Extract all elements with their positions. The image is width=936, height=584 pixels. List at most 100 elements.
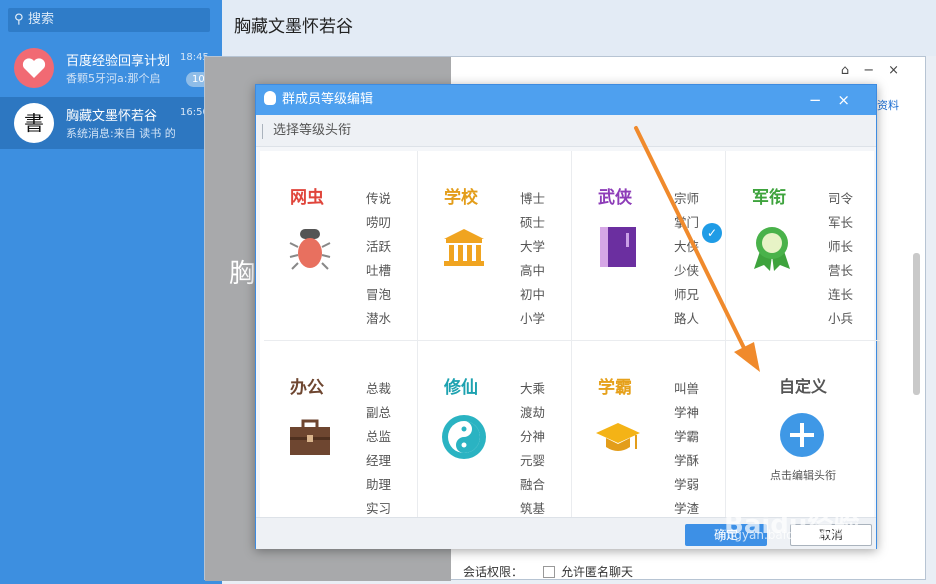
rank-item: 传说 [366, 191, 392, 206]
medal-icon [754, 227, 790, 271]
chat-list-panel: ⚲ 搜索 百度经验回享计划 香颗5牙河a:那个启 18:45 10 書 胸藏文墨怀… [0, 0, 222, 584]
scrollbar[interactable] [913, 253, 920, 395]
custom-title: 自定义 [778, 377, 827, 396]
rank-item: 学神 [674, 405, 700, 420]
rank-item: 学弱 [674, 477, 700, 492]
category-title: 办公 [290, 378, 324, 398]
rank-item: 初中 [520, 287, 546, 302]
search-label: 搜索 [28, 12, 55, 27]
rank-item: 元婴 [520, 453, 546, 468]
dialog-title: 群成员等级编辑 [282, 92, 374, 107]
rank-item: 渡劫 [520, 405, 546, 420]
rank-list: 叫兽 学神 学霸 学酥 学弱 学渣 [674, 377, 699, 521]
rank-item: 师长 [828, 239, 854, 254]
book-icon [600, 227, 636, 267]
rank-list: 总裁 副总 总监 经理 助理 实习 [366, 377, 391, 521]
rank-item: 少侠 [674, 263, 700, 278]
category-xuexiao[interactable]: 学校 博士 硕士 大学 高中 初中 小学 [418, 151, 572, 341]
avatar: 書 [14, 103, 54, 143]
rank-item: 经理 [366, 453, 392, 468]
graduation-cap-icon [596, 423, 640, 451]
search-icon: ⚲ [14, 12, 24, 27]
plus-icon[interactable] [780, 413, 824, 457]
rank-item: 路人 [674, 311, 700, 326]
rank-list: 大乘 渡劫 分神 元婴 融合 筑基 [520, 377, 545, 521]
rank-item: 融合 [520, 477, 546, 492]
permission-label: 会话权限： [463, 565, 524, 579]
chat-name: 百度经验回享计划 [66, 54, 171, 69]
rank-list: 传说 唠叨 活跃 吐槽 冒泡 潜水 [366, 187, 391, 331]
rank-item: 掌门 [674, 215, 700, 230]
window-controls[interactable]: ⌂−× [841, 63, 913, 78]
rank-category-grid: 网虫 传说 唠叨 活跃 吐槽 冒泡 潜水 学校 博士 硕士 大学 高中 初中 小学 武 [260, 151, 880, 531]
minimize-button[interactable]: − [863, 63, 888, 78]
anonymous-label: 允许匿名聊天 [561, 565, 634, 579]
dialog-minimize-button[interactable]: − [809, 91, 838, 109]
rank-item: 大乘 [520, 381, 546, 396]
anonymous-checkbox[interactable] [543, 566, 556, 578]
rank-item: 活跃 [366, 239, 392, 254]
rank-item: 学酥 [674, 453, 700, 468]
close-button[interactable]: × [888, 63, 913, 78]
rank-item: 宗师 [674, 191, 700, 206]
rank-item: 潜水 [366, 311, 392, 326]
rank-item: 司令 [828, 191, 854, 206]
category-title: 学霸 [598, 378, 632, 398]
dialog-titlebar: 群成员等级编辑 [256, 85, 876, 115]
rank-item: 唠叨 [366, 215, 392, 230]
category-title: 网虫 [290, 188, 324, 208]
dialog-controls: −× [809, 85, 866, 115]
chat-preview: 香颗5牙河a:那个启 [66, 72, 161, 85]
category-xiuxian[interactable]: 修仙 大乘 渡劫 分神 元婴 融合 筑基 [418, 341, 572, 531]
rank-item: 硕士 [520, 215, 546, 230]
rank-list: 博士 硕士 大学 高中 初中 小学 [520, 187, 545, 331]
rank-item: 总监 [366, 429, 392, 444]
bug-icon [289, 229, 331, 270]
rank-item: 高中 [520, 263, 546, 278]
rank-item: 助理 [366, 477, 392, 492]
custom-rank-cell[interactable]: 自定义 点击编辑头衔 [726, 341, 880, 531]
dialog-subheader: 选择等级头衔 [256, 115, 876, 147]
skin-icon[interactable]: ⌂ [841, 63, 863, 78]
selected-check-icon: ✓ [702, 223, 722, 243]
dialog-close-button[interactable]: × [837, 91, 866, 109]
group-cover-text: 胸 [229, 259, 256, 289]
rank-item: 大侠 [674, 239, 700, 254]
rank-item: 大学 [520, 239, 546, 254]
rank-item: 学霸 [674, 429, 700, 444]
heart-icon [22, 58, 46, 78]
rank-item: 军长 [828, 215, 854, 230]
custom-hint: 点击编辑头衔 [770, 469, 836, 482]
briefcase-icon [290, 419, 330, 455]
rank-item: 连长 [828, 287, 854, 302]
watermark-url: jingyan.baidu.com [720, 528, 831, 542]
rank-item: 营长 [828, 263, 854, 278]
avatar [14, 48, 54, 88]
category-wuxia[interactable]: 武侠 宗师掌门大侠少侠师兄路人 [572, 151, 726, 341]
rank-item: 吐槽 [366, 263, 392, 278]
page-title: 胸藏文墨怀若谷 [234, 17, 353, 37]
qq-penguin-icon [264, 91, 276, 105]
rank-item: 分神 [520, 429, 546, 444]
category-xueba[interactable]: 学霸 叫兽 学神 学霸 学酥 学弱 学渣 [572, 341, 726, 531]
rank-item: 叫兽 [674, 381, 700, 396]
category-junxian[interactable]: 军衔 司令 军长 师长 营长 连长 小兵 [726, 151, 880, 341]
category-bangong[interactable]: 办公 总裁 副总 总监 经理 助理 实习 [264, 341, 418, 531]
rank-item: 总裁 [366, 381, 392, 396]
profile-link[interactable]: 资料 [877, 97, 899, 113]
school-building-icon [444, 229, 484, 266]
category-title: 修仙 [444, 378, 478, 398]
rank-editor-dialog: 群成员等级编辑 −× 选择等级头衔 网虫 传说 唠叨 活跃 吐槽 冒泡 潜水 学校 [255, 84, 880, 549]
chat-item[interactable]: 百度经验回享计划 香颗5牙河a:那个启 18:45 10 [0, 42, 222, 94]
rank-item: 师兄 [674, 287, 700, 302]
category-title: 军衔 [752, 188, 786, 208]
chat-preview: 系统消息:来自 读书 的分享 [66, 127, 176, 140]
search-box[interactable]: ⚲ 搜索 [8, 8, 210, 32]
category-wangchong[interactable]: 网虫 传说 唠叨 活跃 吐槽 冒泡 潜水 [264, 151, 418, 341]
category-title: 学校 [444, 188, 478, 208]
category-title: 武侠 [598, 188, 632, 208]
rank-list: 宗师掌门大侠少侠师兄路人 [674, 187, 699, 331]
chat-item-selected[interactable]: 書 胸藏文墨怀若谷 系统消息:来自 读书 的分享 16:50 [0, 97, 222, 149]
rank-item: 博士 [520, 191, 546, 206]
yin-yang-icon [442, 415, 486, 459]
